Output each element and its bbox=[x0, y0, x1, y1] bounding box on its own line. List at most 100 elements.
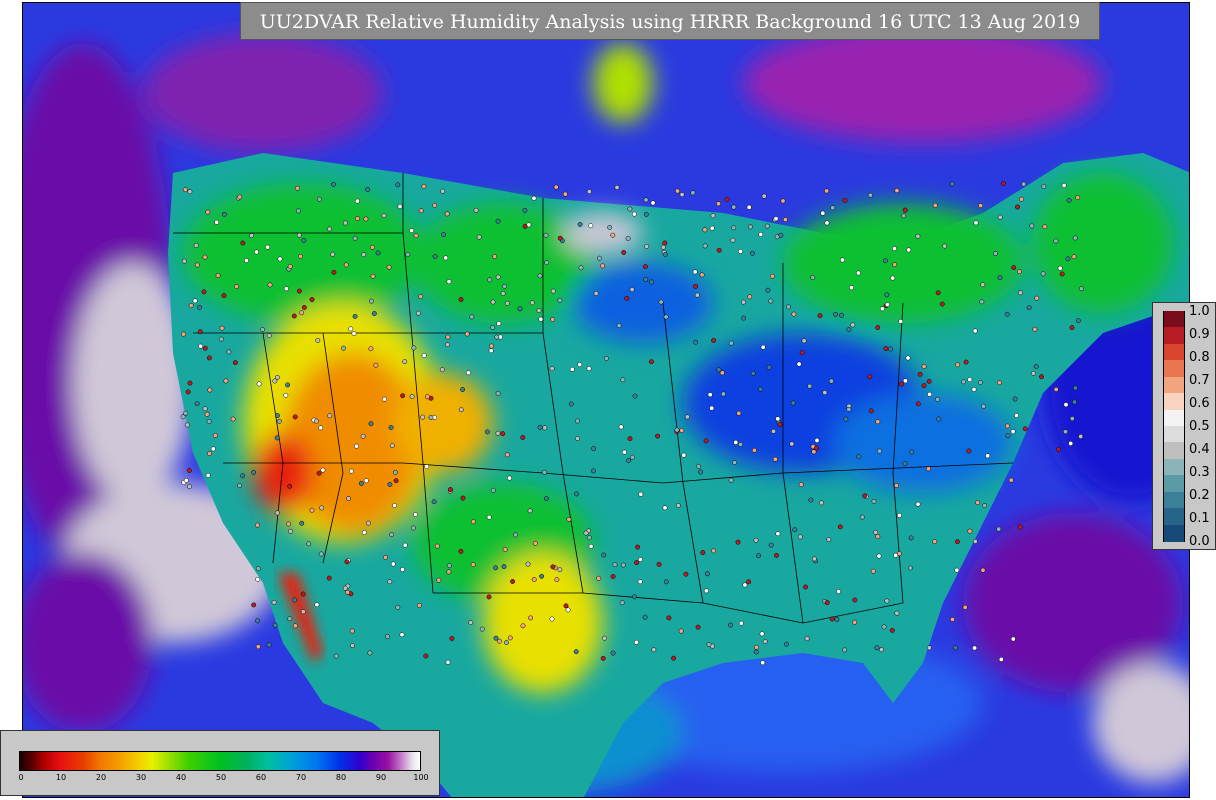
observation-marker bbox=[479, 626, 485, 632]
observation-marker bbox=[703, 588, 709, 594]
observation-marker bbox=[981, 403, 987, 409]
observation-marker bbox=[458, 407, 464, 413]
observation-marker bbox=[565, 607, 571, 613]
observation-marker bbox=[600, 263, 606, 269]
observation-marker bbox=[301, 237, 307, 243]
ratio-tick-label: 0.4 bbox=[1189, 442, 1210, 457]
observation-marker bbox=[532, 540, 538, 546]
observation-marker bbox=[274, 413, 280, 419]
observation-marker bbox=[309, 507, 315, 513]
observation-marker bbox=[318, 551, 324, 557]
observation-marker bbox=[906, 247, 912, 253]
observation-marker bbox=[486, 514, 492, 520]
ratio-tick-label: 1.0 bbox=[1189, 304, 1210, 319]
observation-marker bbox=[879, 647, 884, 653]
observation-marker bbox=[842, 197, 848, 203]
observation-marker bbox=[449, 636, 455, 641]
observation-marker bbox=[728, 340, 734, 346]
observation-marker bbox=[621, 250, 627, 255]
observation-marker bbox=[870, 568, 876, 574]
observation-marker bbox=[751, 447, 757, 453]
observation-marker bbox=[1078, 434, 1084, 439]
observation-marker bbox=[638, 491, 644, 497]
observation-marker bbox=[432, 202, 438, 208]
observation-marker bbox=[833, 311, 839, 317]
observation-marker bbox=[789, 441, 795, 447]
observation-marker bbox=[939, 301, 945, 307]
observation-marker bbox=[624, 296, 630, 301]
observation-marker bbox=[663, 314, 669, 320]
observation-marker bbox=[563, 603, 569, 609]
observation-marker bbox=[716, 247, 722, 253]
observation-marker bbox=[458, 297, 464, 302]
observation-marker bbox=[807, 383, 813, 389]
observation-marker bbox=[889, 627, 895, 633]
observation-marker bbox=[537, 424, 543, 430]
observation-marker bbox=[266, 333, 272, 339]
observation-marker bbox=[291, 313, 297, 319]
observation-marker bbox=[255, 618, 260, 624]
observation-marker bbox=[982, 503, 988, 509]
observation-marker bbox=[392, 469, 398, 475]
ratio-tick-label: 0.6 bbox=[1189, 396, 1210, 411]
observation-marker bbox=[1030, 370, 1036, 376]
rh-tick-label: 90 bbox=[375, 773, 387, 782]
observation-marker bbox=[732, 460, 738, 466]
observation-marker bbox=[602, 635, 607, 641]
observation-marker bbox=[791, 311, 797, 317]
observation-marker bbox=[445, 659, 451, 665]
observation-marker bbox=[728, 622, 733, 628]
observation-marker bbox=[627, 206, 633, 212]
observation-marker bbox=[971, 386, 977, 392]
observation-marker bbox=[784, 641, 789, 647]
observation-marker bbox=[741, 315, 747, 321]
observation-marker bbox=[543, 496, 549, 502]
observation-marker bbox=[586, 366, 592, 371]
observation-marker bbox=[1015, 204, 1020, 210]
observation-marker bbox=[867, 374, 873, 380]
observation-marker bbox=[693, 339, 699, 345]
observation-marker bbox=[554, 577, 560, 583]
observation-marker bbox=[921, 383, 927, 389]
observation-marker bbox=[1004, 311, 1010, 317]
observation-marker bbox=[249, 233, 255, 239]
observation-marker bbox=[1071, 254, 1077, 260]
observation-marker bbox=[711, 548, 717, 554]
observation-marker bbox=[487, 277, 493, 283]
observation-marker bbox=[746, 204, 752, 210]
observation-marker bbox=[736, 410, 742, 416]
observation-marker bbox=[399, 632, 405, 638]
observation-marker bbox=[884, 302, 890, 308]
observation-marker bbox=[706, 642, 712, 648]
observation-marker bbox=[361, 530, 367, 535]
observation-marker bbox=[846, 327, 852, 333]
observation-marker bbox=[389, 443, 395, 449]
observation-marker bbox=[985, 453, 991, 459]
observation-marker bbox=[237, 483, 243, 489]
observation-marker bbox=[979, 299, 985, 305]
observation-marker bbox=[614, 185, 620, 190]
observation-marker bbox=[898, 318, 904, 324]
observation-marker bbox=[309, 297, 315, 303]
observation-marker bbox=[935, 290, 941, 296]
observation-marker bbox=[254, 249, 259, 255]
observation-marker bbox=[824, 188, 830, 194]
observation-marker bbox=[1059, 271, 1065, 277]
observation-marker bbox=[221, 293, 227, 299]
observation-marker bbox=[724, 196, 730, 202]
observation-marker bbox=[348, 326, 354, 332]
observation-marker bbox=[621, 449, 627, 455]
observation-marker bbox=[846, 406, 852, 412]
ratio-color-cell bbox=[1163, 458, 1185, 476]
observation-marker bbox=[998, 656, 1004, 662]
observation-marker bbox=[539, 573, 545, 579]
observation-marker bbox=[588, 223, 594, 229]
observation-marker bbox=[637, 557, 643, 562]
observation-marker bbox=[586, 189, 592, 195]
observation-marker bbox=[1075, 195, 1081, 201]
observation-marker bbox=[210, 446, 216, 452]
observation-marker bbox=[612, 562, 618, 568]
observation-marker bbox=[583, 530, 589, 536]
observation-marker bbox=[415, 310, 421, 316]
observation-marker bbox=[915, 401, 921, 407]
